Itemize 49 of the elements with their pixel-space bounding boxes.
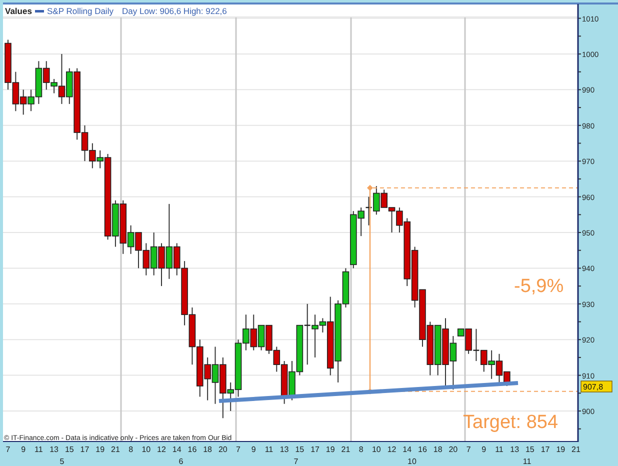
price-tag: 907,8 (580, 380, 612, 392)
x-axis-hour-label: 11 (495, 445, 504, 454)
x-axis-hour-label: 17 (80, 445, 90, 454)
x-axis-day-label: 5 (60, 457, 64, 466)
x-axis-hour-label: 8 (358, 445, 364, 454)
x-axis-hour-label: 19 (326, 445, 335, 454)
x-axis-hour-label: 19 (556, 445, 566, 454)
change-percent: -5,9% (514, 276, 564, 297)
x-axis-hour-label: 19 (96, 445, 105, 454)
x-axis-hour-label: 12 (157, 445, 166, 454)
x-axis-hour-label: 18 (433, 445, 442, 454)
x-axis-hour-label: 13 (50, 445, 58, 454)
x-axis-hour-label: 14 (402, 445, 412, 454)
x-axis-hour-label: 9 (251, 445, 256, 454)
x-axis-hour-label: 21 (111, 445, 120, 454)
x-axis-hour-label: 18 (203, 445, 212, 454)
x-axis-hour-label: 16 (418, 445, 427, 454)
x-axis-hour-label: 21 (341, 445, 350, 454)
x-axis-hour-label: 15 (295, 445, 304, 454)
legend-title: Values (5, 6, 32, 16)
x-axis-hour-label: 20 (448, 445, 458, 454)
legend-day-range: Day Low: 906,6 High: 922,6 (122, 6, 227, 16)
x-axis-hour-label: 13 (510, 445, 520, 454)
x-axis-hour-label: 15 (526, 445, 534, 454)
x-axis-hour-label: 17 (540, 445, 550, 454)
x-axis-hour-label: 14 (172, 445, 182, 454)
x-axis-day-label: 6 (178, 457, 184, 466)
x-axis-hour-label: 20 (218, 445, 228, 454)
x-axis-hour-label: 8 (128, 445, 134, 454)
x-axis-hour-label: 12 (387, 445, 396, 454)
x-axis-day-label: 10 (408, 457, 416, 466)
x-axis-hour-label: 10 (142, 445, 151, 454)
x-axis-hour-label: 7 (6, 445, 10, 454)
x-axis-hour-label: 7 (466, 445, 471, 454)
x-axis-hour-label: 10 (372, 445, 381, 454)
x-axis-hour-label: 11 (264, 445, 274, 454)
x-axis-hour-label: 21 (572, 445, 580, 454)
x-axis-hour-label: 9 (21, 445, 26, 454)
target-label: Target: 854 (463, 412, 558, 433)
x-axis-hour-label: 11 (34, 445, 43, 454)
x-axis-hour-label: 9 (482, 445, 486, 454)
x-axis-hour-label: 15 (64, 445, 74, 454)
x-axis-hour-label: 17 (310, 445, 320, 454)
x-axis-day-label: 11 (522, 457, 532, 466)
x-axis-hour-label: 16 (188, 445, 197, 454)
x-axis-day-label: 7 (294, 457, 298, 466)
x-axis-hour-label: 7 (236, 445, 240, 454)
x-axis-hour-label: 13 (280, 445, 289, 454)
legend-series: S&P Rolling Daily (47, 6, 114, 16)
